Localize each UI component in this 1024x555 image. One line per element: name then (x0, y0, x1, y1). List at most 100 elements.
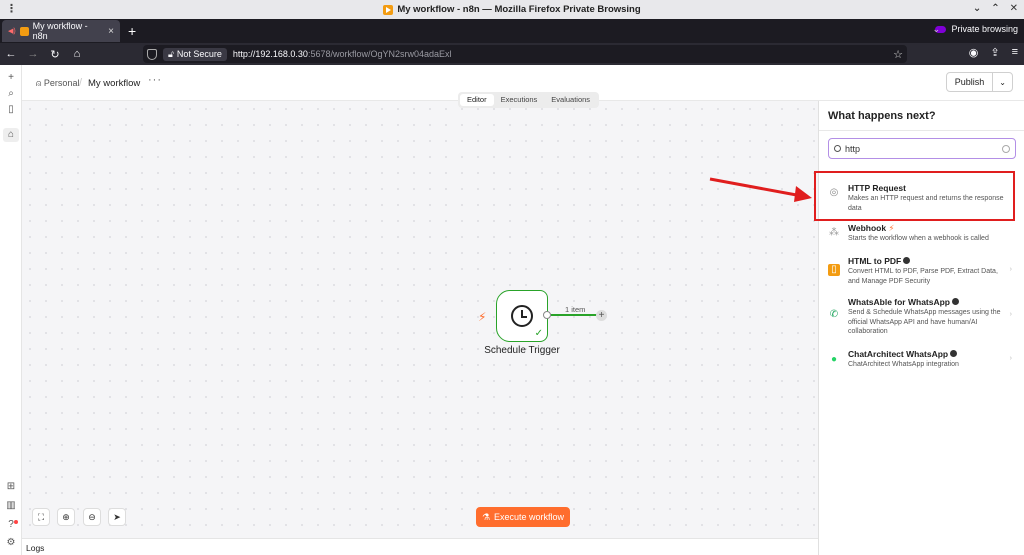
n8n-logo-icon (383, 4, 394, 15)
tab-label: My workflow - n8n (32, 21, 88, 41)
connection-edge (551, 314, 597, 316)
workflow-name[interactable]: My workflow (88, 78, 140, 89)
result-name: WhatsAble for WhatsApp (848, 297, 950, 307)
url-path: :5678/workflow/OgYN2srw04adaExl (307, 49, 452, 59)
zoom-in-icon[interactable]: ⊕ (57, 508, 75, 526)
success-check-icon: ✓ (534, 328, 543, 339)
execute-workflow-button[interactable]: ⚗ Execute workflow (476, 507, 570, 527)
result-desc: ChatArchitect WhatsApp integration (848, 361, 959, 368)
settings-gear-icon[interactable]: ⚙ (3, 536, 19, 550)
maximize-icon[interactable]: ⌃ (991, 3, 999, 14)
edge-item-count: 1 item (565, 305, 586, 314)
app-menu-icon[interactable]: ≡ (1012, 46, 1018, 59)
templates-icon[interactable]: ⊞ (3, 480, 19, 494)
private-label: Private browsing (951, 24, 1018, 34)
url-bar[interactable]: 🔓︎ Not Secure http://192.168.0.30:5678/w… (143, 45, 907, 63)
tab-editor[interactable]: Editor (460, 94, 494, 106)
minimize-icon[interactable]: ⌄ (973, 3, 981, 14)
search-icon (834, 145, 841, 152)
lock-warning-icon: 🔓︎ (168, 48, 174, 59)
workflow-canvas[interactable]: ⚡︎ ✓ 1 item + Schedule Trigger ⛶ ⊕ ⊖ ➤ ⚗… (22, 101, 818, 538)
whatsable-icon: ✆ (829, 309, 839, 320)
trigger-bolt-icon: ⚡︎ (478, 310, 487, 324)
node-search-input[interactable]: http (828, 138, 1016, 159)
bookmark-star-icon[interactable]: ☆ (893, 48, 903, 61)
schedule-trigger-node[interactable]: ✓ (496, 290, 548, 342)
annotation-arrow-icon (709, 177, 812, 202)
home-button[interactable]: ⌂ (66, 48, 88, 60)
node-title: Schedule Trigger (484, 345, 560, 356)
result-name-row: ChatArchitect WhatsApp (848, 349, 958, 359)
url-host: http://192.168.0.30 (232, 49, 308, 59)
reload-button[interactable]: ↻ (44, 48, 66, 61)
zoom-out-icon[interactable]: ⊖ (83, 508, 101, 526)
flask-icon: ⚗ (481, 511, 491, 522)
clear-search-icon[interactable] (1002, 144, 1010, 153)
panel-divider (819, 130, 1024, 131)
result-desc: Convert HTML to PDF, Parse PDF, Extract … (848, 268, 998, 285)
chevron-right-icon: › (1009, 355, 1012, 362)
forward-button[interactable]: → (22, 48, 44, 60)
result-name-row: WhatsAble for WhatsApp (848, 297, 959, 307)
webhook-icon: ⁂ (829, 227, 839, 238)
close-window-icon[interactable]: ✕ (1010, 3, 1018, 14)
browser-tab[interactable]: ◀) My workflow - n8n × (2, 20, 120, 42)
search-icon[interactable]: ⌕ (3, 87, 19, 101)
tab-strip: ◀) My workflow - n8n × + ⌄ Private brows… (0, 19, 1024, 43)
whatsapp-icon: ● (830, 354, 838, 365)
breadcrumb-separator: / (79, 77, 83, 89)
logs-bar[interactable]: Logs (22, 538, 818, 555)
verified-badge-icon (903, 257, 911, 264)
tab-close-icon[interactable]: × (108, 26, 114, 37)
node-output-handle[interactable] (543, 311, 551, 319)
help-icon[interactable]: ? (3, 518, 19, 532)
tab-executions[interactable]: Executions (494, 94, 545, 106)
publish-dropdown-chevron-icon[interactable]: ⌄ (993, 78, 1012, 87)
home-icon[interactable]: ⌂ (3, 128, 19, 142)
notification-dot (14, 520, 18, 524)
verified-badge-icon (950, 350, 958, 357)
user-icon: ⍝ (36, 78, 42, 88)
back-button[interactable]: ← (0, 48, 22, 60)
trigger-bolt-icon: ⚡︎ (888, 223, 895, 233)
audio-icon[interactable]: ◀) (8, 27, 16, 35)
result-name: Webhook (848, 223, 887, 233)
new-tab-button[interactable]: + (128, 23, 136, 39)
more-options-icon[interactable]: ··· (148, 74, 162, 86)
insights-icon[interactable]: ▥ (3, 499, 19, 513)
result-name: ChatArchitect WhatsApp (848, 349, 949, 359)
breadcrumb-owner-label: Personal (43, 78, 80, 88)
workflow-header: ⍝ Personal / My workflow ··· Publish ⌄ E… (22, 65, 1024, 108)
view-tabs: Editor Executions Evaluations (458, 92, 600, 108)
not-secure-badge[interactable]: 🔓︎ Not Secure (163, 47, 227, 61)
fit-view-icon[interactable]: ⛶ (32, 508, 50, 526)
tab-list-chevron-icon[interactable]: ⌄ (932, 24, 940, 35)
tab-evaluations[interactable]: Evaluations (544, 94, 597, 106)
chevron-right-icon: › (1009, 311, 1012, 318)
tracking-shield-icon[interactable] (147, 48, 157, 60)
clock-icon (511, 305, 533, 327)
window-titlebar: ⋮ My workflow - n8n — Mozilla Firefox Pr… (0, 0, 1024, 19)
verified-badge-icon (952, 298, 959, 305)
pointer-mode-icon[interactable]: ➤ (108, 508, 126, 526)
add-icon[interactable]: + (3, 71, 19, 85)
search-value: http (845, 143, 861, 154)
execute-workflow-label: Execute workflow (494, 512, 565, 522)
navigation-bar: ← → ↻ ⌂ 🔓︎ Not Secure http://192.168.0.3… (0, 43, 1024, 65)
collapse-panel-icon[interactable]: ▯ (3, 103, 19, 117)
add-node-plus-icon[interactable]: + (596, 310, 607, 321)
window-menu-icon[interactable]: ⋮ (6, 2, 17, 15)
highlight-box (814, 171, 1015, 221)
result-name-row: HTML to PDF (848, 256, 911, 266)
logs-label: Logs (26, 543, 45, 553)
panel-title: What happens next? (828, 110, 936, 122)
result-name-row: Webhook ⚡︎ (848, 223, 894, 234)
node-creator-panel: What happens next? http ◎ HTTP Request M… (818, 101, 1024, 555)
extension-icon[interactable]: ◉ (969, 46, 979, 59)
publish-button[interactable]: Publish (947, 73, 994, 91)
tab-favicon-icon (19, 26, 29, 36)
breadcrumb-owner[interactable]: ⍝ Personal (36, 78, 79, 89)
window-title: My workflow - n8n — Mozilla Firefox Priv… (397, 4, 641, 15)
share-icon[interactable]: ⇪ (990, 46, 999, 59)
result-name: HTML to PDF (848, 256, 902, 266)
